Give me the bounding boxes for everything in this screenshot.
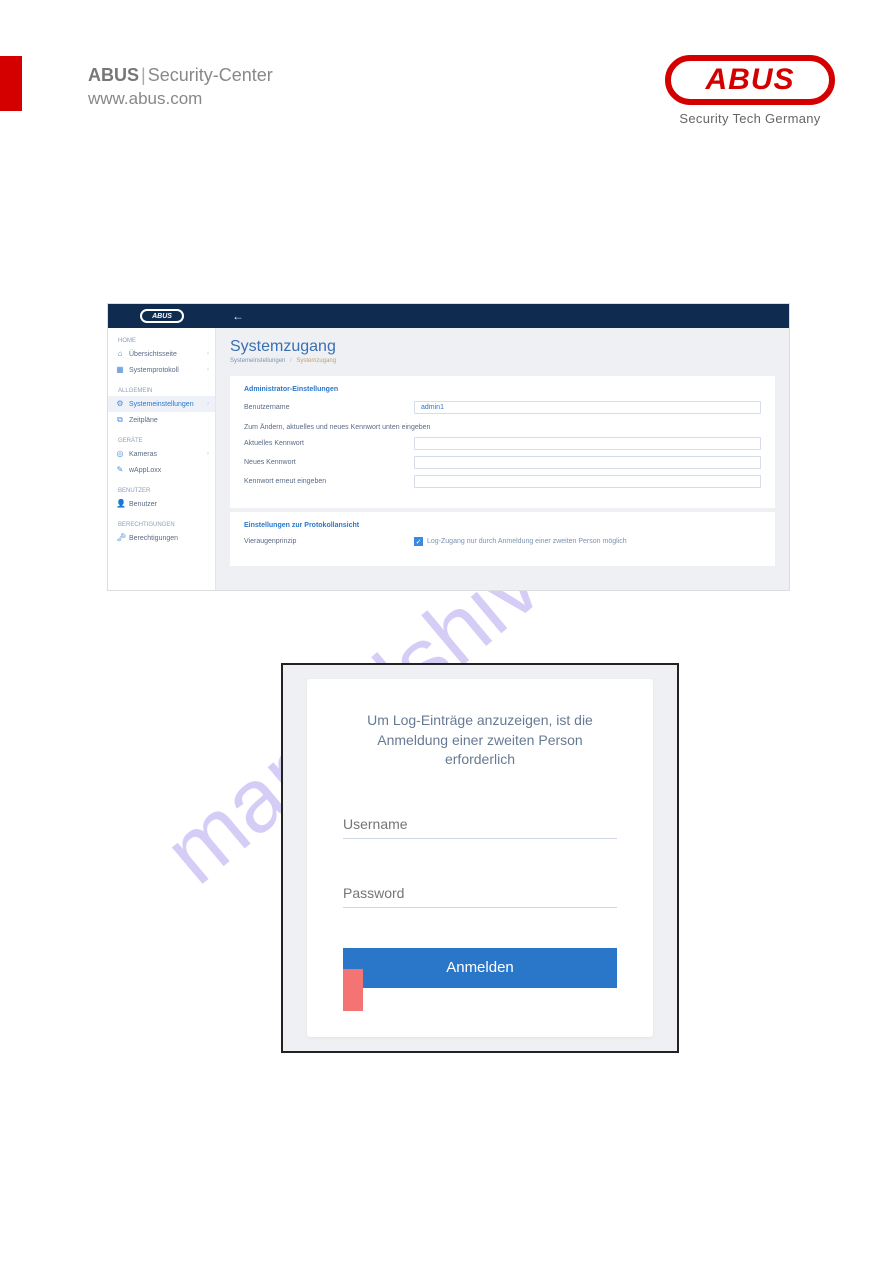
sidebar: HOME ⌂ Übersichtsseite › ▦ Systemprotoko… bbox=[108, 328, 216, 590]
sidebar-group-geraete: GERÄTE bbox=[108, 434, 215, 446]
admin-settings-panel: Administrator-Einstellungen Benutzername… bbox=[230, 376, 775, 508]
sidebar-item-label: Systemeinstellungen bbox=[129, 401, 194, 408]
breadcrumb: Systemeinstellungen / Systemzugang bbox=[230, 358, 775, 364]
main-content: Systemzugang Systemeinstellungen / Syste… bbox=[216, 328, 789, 590]
calendar-icon: ⧉ bbox=[116, 416, 124, 424]
app-topbar: ABUS ← bbox=[108, 304, 789, 328]
login-card: Um Log-Einträge anzuzeigen, ist die Anme… bbox=[307, 679, 653, 1037]
username-field[interactable]: admin1 bbox=[414, 401, 761, 414]
user-icon: 👤 bbox=[116, 500, 124, 508]
gear-icon: ⚙ bbox=[116, 400, 124, 408]
sidebar-item-label: Zeitpläne bbox=[129, 417, 158, 424]
login-message: Um Log-Einträge anzuzeigen, ist die Anme… bbox=[343, 711, 617, 770]
topbar-logo-area: ABUS bbox=[108, 304, 216, 328]
brand-division: Security-Center bbox=[148, 65, 273, 85]
sidebar-item-label: Benutzer bbox=[129, 501, 157, 508]
sidebar-item-label: Systemprotokoll bbox=[129, 367, 179, 374]
sidebar-item-label: wAppLoxx bbox=[129, 467, 161, 474]
login-button[interactable]: Anmelden bbox=[343, 948, 617, 988]
new-password-field[interactable] bbox=[414, 456, 761, 469]
sidebar-item-wapploxx[interactable]: ✎ wAppLoxx bbox=[108, 462, 215, 478]
screenshot-login-dialog: Um Log-Einträge anzuzeigen, ist die Anme… bbox=[281, 663, 679, 1053]
sidebar-item-label: Berechtigungen bbox=[129, 535, 178, 542]
chevron-right-icon: › bbox=[207, 351, 209, 357]
chevron-right-icon: › bbox=[207, 367, 209, 373]
sidebar-item-kameras[interactable]: ◎ Kameras › bbox=[108, 446, 215, 462]
sidebar-item-benutzer[interactable]: 👤 Benutzer bbox=[108, 496, 215, 512]
repeat-password-field[interactable] bbox=[414, 475, 761, 488]
sidebar-item-systemprotokoll[interactable]: ▦ Systemprotokoll › bbox=[108, 362, 215, 378]
sidebar-item-berechtigungen[interactable]: 🗝 Berechtigungen bbox=[108, 530, 215, 546]
home-icon: ⌂ bbox=[116, 350, 124, 358]
sidebar-group-allgemein: ALLGEMEIN bbox=[108, 384, 215, 396]
header-brand-block: ABUS|Security-Center www.abus.com bbox=[88, 64, 273, 111]
screenshot-system-settings: ABUS ← HOME ⌂ Übersichtsseite › ▦ System… bbox=[107, 303, 790, 591]
red-decor-block bbox=[343, 969, 363, 1011]
abus-small-logo: ABUS bbox=[140, 309, 184, 323]
camera-icon: ◎ bbox=[116, 450, 124, 458]
lock-icon: ✎ bbox=[116, 466, 124, 474]
log-icon: ▦ bbox=[116, 366, 124, 374]
key-icon: 🗝 bbox=[116, 534, 124, 542]
password-change-note: Zum Ändern, aktuelles und neues Kennwort… bbox=[244, 424, 761, 431]
current-password-field[interactable] bbox=[414, 437, 761, 450]
password-input[interactable] bbox=[343, 879, 617, 908]
current-password-label: Aktuelles Kennwort bbox=[244, 440, 414, 447]
sidebar-item-zeitplaene[interactable]: ⧉ Zeitpläne bbox=[108, 412, 215, 428]
abus-logo-text: ABUS bbox=[705, 63, 794, 97]
repeat-password-label: Kennwort erneut eingeben bbox=[244, 478, 414, 485]
four-eyes-checkbox-text: Log-Zugang nur durch Anmeldung einer zwe… bbox=[427, 538, 627, 545]
username-input[interactable] bbox=[343, 810, 617, 839]
brand-url: www.abus.com bbox=[88, 89, 202, 108]
page-title: Systemzugang bbox=[230, 338, 775, 356]
abus-logo-wrap: ABUS Security Tech Germany bbox=[665, 55, 835, 126]
chevron-right-icon: › bbox=[207, 401, 209, 407]
red-corner-tab bbox=[0, 56, 22, 111]
back-arrow-icon[interactable]: ← bbox=[232, 309, 244, 323]
sidebar-group-benutzer: BENUTZER bbox=[108, 484, 215, 496]
username-label: Benutzername bbox=[244, 404, 414, 411]
breadcrumb-current: Systemzugang bbox=[296, 358, 336, 364]
protocol-view-panel: Einstellungen zur Protokollansicht Viera… bbox=[230, 512, 775, 566]
admin-settings-heading: Administrator-Einstellungen bbox=[244, 386, 761, 393]
sidebar-item-label: Übersichtsseite bbox=[129, 351, 177, 358]
abus-tagline: Security Tech Germany bbox=[665, 111, 835, 126]
breadcrumb-separator: / bbox=[290, 358, 292, 364]
new-password-label: Neues Kennwort bbox=[244, 459, 414, 466]
sidebar-item-overview[interactable]: ⌂ Übersichtsseite › bbox=[108, 346, 215, 362]
login-button-label: Anmelden bbox=[446, 959, 514, 976]
username-value: admin1 bbox=[421, 404, 444, 411]
sidebar-group-home: HOME bbox=[108, 334, 215, 346]
breadcrumb-item[interactable]: Systemeinstellungen bbox=[230, 358, 285, 364]
four-eyes-checkbox[interactable]: ✓ bbox=[414, 537, 423, 546]
pipe-separator: | bbox=[141, 65, 146, 85]
sidebar-item-label: Kameras bbox=[129, 451, 157, 458]
chevron-right-icon: › bbox=[207, 451, 209, 457]
protocol-view-heading: Einstellungen zur Protokollansicht bbox=[244, 522, 761, 529]
sidebar-group-berechtigungen: BERECHTIGUNGEN bbox=[108, 518, 215, 530]
sidebar-item-systemeinstellungen[interactable]: ⚙ Systemeinstellungen › bbox=[108, 396, 215, 412]
four-eyes-label: Vieraugenprinzip bbox=[244, 538, 414, 545]
brand-name: ABUS bbox=[88, 65, 139, 85]
abus-logo: ABUS bbox=[665, 55, 835, 105]
